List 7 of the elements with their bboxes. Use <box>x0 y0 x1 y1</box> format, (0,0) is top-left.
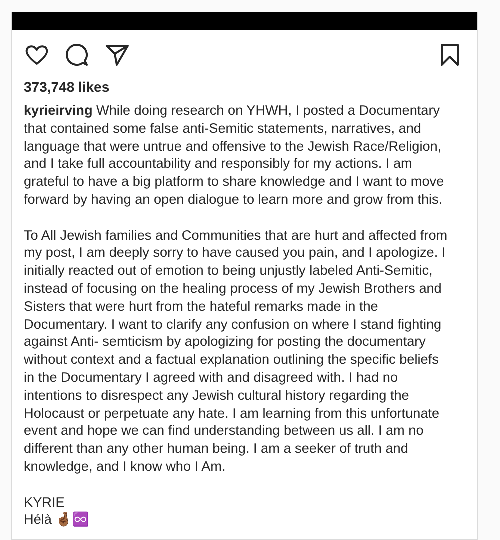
caption-paragraph: kyrieirving While doing research on YHWH, I posted a Documentary that contained some false anti-Semitic statements, narratives, and language that were untrue and offensive to the Jewish Race/Religion, and I take full accountability and responsibly for my actions. I am grateful to have a big platform to share knowledge and I want to move forward by having an open dialogue to learn more and grow from this. <box>24 102 446 209</box>
share-icon[interactable] <box>104 42 130 68</box>
signature-line: KYRIE <box>24 494 66 512</box>
signature-line: Hélà 🤞🏾♾ <box>24 511 91 530</box>
likes-count[interactable]: 373,748 likes <box>24 79 477 95</box>
comment-icon[interactable] <box>64 42 90 68</box>
caption-paragraph: To All Jewish families and Communities that are hurt and affected from my post, I am deeply sorry to have caused you pain, and I apologize. I initially reacted out of emotion to being unjustly labeled Anti-Semitic, instead of focusing on the healing process of my Jewish Brothers and Sisters that were hurt from the hateful remarks made in the Documentary. I want to clarify any confusion on where I stand fighting against Anti- semticism by apologizing for posting the documentary without context and a factual explanation outlining the specific beliefs in the Documentary I agreed with and disagreed with. I had no intentions to disrespect any Jewish cultural history regarding the Holocaust or perpetuate any hate. I am learning from this unfortunate event and hope we can find understanding between us all. I am no different than any other human being. I am a seeker of truth and knowledge, and I know who I Am. <box>24 226 449 476</box>
